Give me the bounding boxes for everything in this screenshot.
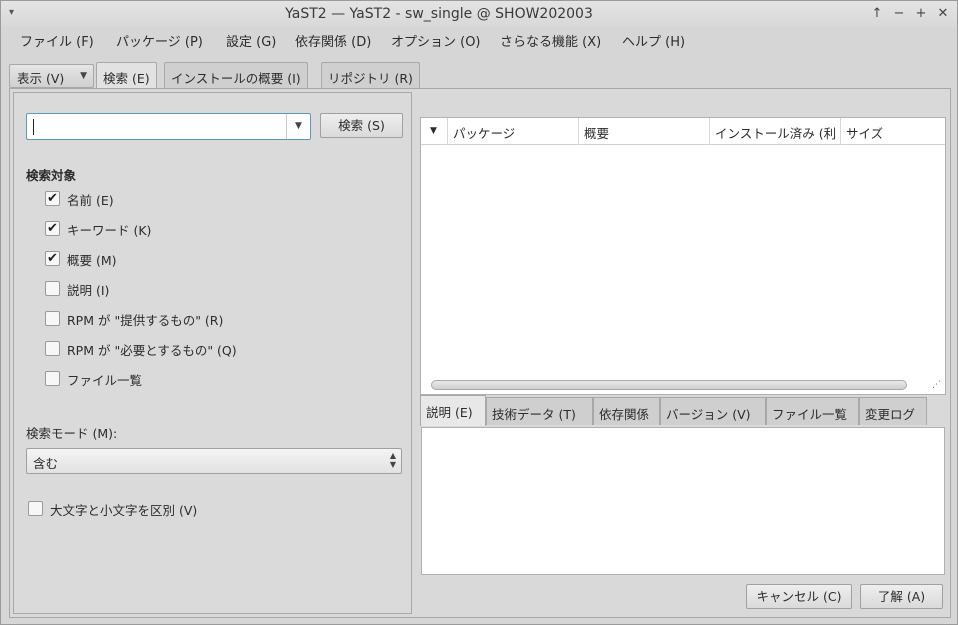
- target-name-label: 名前 (E): [67, 193, 114, 208]
- menu-extras[interactable]: さらなる機能 (X): [500, 31, 601, 50]
- tab-installation-summary[interactable]: インストールの概要 (I): [164, 62, 308, 89]
- search-mode-value: 含む: [33, 456, 59, 471]
- table-header: ▼ パッケージ 概要 インストール済み (利 サイズ: [421, 118, 945, 145]
- menu-file[interactable]: ファイル (F): [20, 31, 94, 50]
- tab-changelog[interactable]: 変更ログ: [859, 397, 927, 425]
- yast-window: ▾ YaST2 — YaST2 - sw_single @ SHOW202003…: [0, 0, 958, 625]
- search-target-heading: 検索対象: [26, 168, 77, 183]
- column-package[interactable]: パッケージ: [448, 118, 579, 145]
- maximize-button[interactable]: +: [912, 5, 930, 23]
- checkbox-name[interactable]: ✔: [45, 191, 60, 206]
- menu-options[interactable]: オプション (O): [391, 31, 481, 50]
- close-button[interactable]: ✕: [934, 5, 952, 23]
- view-combo-label: 表示 (V): [17, 71, 65, 86]
- target-description-label: 説明 (I): [67, 283, 110, 298]
- tab-repositories[interactable]: リポジトリ (R): [321, 62, 420, 89]
- checkbox-file-list[interactable]: [45, 371, 60, 386]
- checkbox-rpm-provides[interactable]: [45, 311, 60, 326]
- checkbox-keyword[interactable]: ✔: [45, 221, 60, 236]
- tab-dependencies[interactable]: 依存関係: [593, 397, 660, 425]
- text-caret: [33, 119, 34, 135]
- search-mode-label: 検索モード (M):: [26, 426, 118, 441]
- title-bar: ▾ YaST2 — YaST2 - sw_single @ SHOW202003…: [1, 1, 957, 27]
- tab-versions[interactable]: バージョン (V): [660, 397, 766, 425]
- chevron-down-icon: ▼: [295, 121, 302, 131]
- tab-description[interactable]: 説明 (E): [420, 395, 486, 426]
- search-input[interactable]: ▼: [26, 113, 311, 140]
- status-column-sort[interactable]: ▼: [421, 118, 448, 145]
- view-combo[interactable]: 表示 (V) ▼: [9, 64, 94, 88]
- description-view[interactable]: [421, 427, 945, 575]
- resize-grip-icon: ⋰: [932, 380, 941, 390]
- horizontal-scrollbar[interactable]: [431, 380, 907, 390]
- column-installed[interactable]: インストール済み (利: [710, 118, 841, 145]
- chevron-down-icon: ▼: [80, 71, 87, 81]
- target-file-list-label: ファイル一覧: [67, 373, 143, 388]
- window-title: YaST2 — YaST2 - sw_single @ SHOW202003: [285, 6, 593, 22]
- column-size[interactable]: サイズ: [841, 118, 945, 145]
- checkbox-rpm-requires[interactable]: [45, 341, 60, 356]
- menu-package[interactable]: パッケージ (P): [116, 31, 203, 50]
- tab-file-list[interactable]: ファイル一覧: [766, 397, 859, 425]
- menu-help[interactable]: ヘルプ (H): [622, 31, 685, 50]
- keep-above-button[interactable]: ↑: [868, 5, 886, 23]
- minimize-button[interactable]: −: [890, 5, 908, 23]
- menu-dependencies[interactable]: 依存関係 (D): [295, 31, 371, 50]
- menu-settings[interactable]: 設定 (G): [226, 31, 276, 50]
- case-sensitive-label: 大文字と小文字を区別 (V): [50, 503, 198, 518]
- search-panel: ▼ 検索 (S) 検索対象 ✔ 名前 (E) ✔ キーワード (K) ✔ 概要 …: [9, 88, 951, 618]
- target-rpm-provides-label: RPM が "提供するもの" (R): [67, 313, 224, 328]
- checkbox-case-sensitive[interactable]: [28, 501, 43, 516]
- column-summary[interactable]: 概要: [579, 118, 710, 145]
- search-history-dropdown[interactable]: ▼: [286, 114, 310, 139]
- tab-technical-data[interactable]: 技術データ (T): [486, 397, 593, 425]
- target-summary-label: 概要 (M): [67, 253, 117, 268]
- checkbox-description[interactable]: [45, 281, 60, 296]
- tab-search[interactable]: 検索 (E): [96, 62, 157, 90]
- checkbox-summary[interactable]: ✔: [45, 251, 60, 266]
- package-table[interactable]: ▼ パッケージ 概要 インストール済み (利 サイズ ⋰: [420, 117, 946, 395]
- menu-bar: ファイル (F) パッケージ (P) 設定 (G) 依存関係 (D) オプション…: [1, 27, 957, 53]
- cancel-button[interactable]: キャンセル (C): [746, 584, 852, 609]
- target-rpm-requires-label: RPM が "必要とするもの" (Q): [67, 343, 237, 358]
- ok-button[interactable]: 了解 (A): [860, 584, 943, 609]
- target-keyword-label: キーワード (K): [67, 223, 152, 238]
- search-filter-pane: ▼ 検索 (S) 検索対象 ✔ 名前 (E) ✔ キーワード (K) ✔ 概要 …: [13, 92, 412, 614]
- search-mode-select[interactable]: 含む ▲ ▼: [26, 448, 402, 474]
- spinner-icon: ▲ ▼: [389, 451, 396, 469]
- search-button[interactable]: 検索 (S): [320, 113, 403, 138]
